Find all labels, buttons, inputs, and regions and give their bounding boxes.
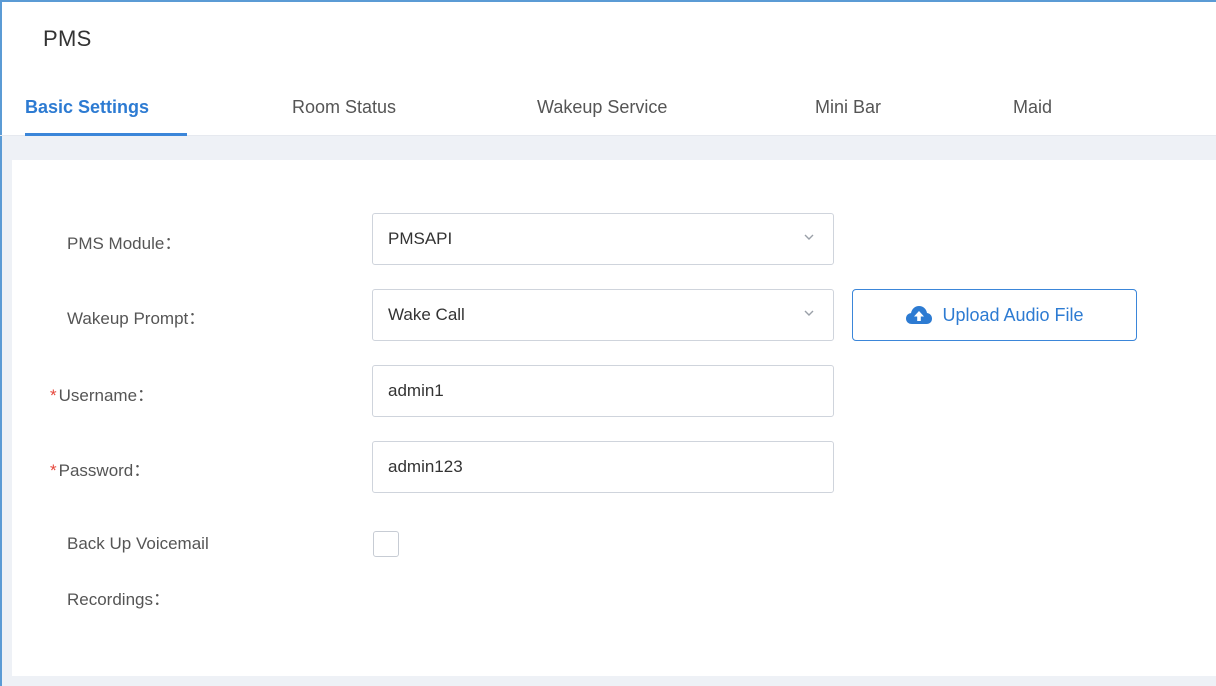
password-label-text: Password： [58, 461, 151, 480]
password-value: admin123 [388, 457, 463, 476]
backup-voicemail-label-line2: Recordings： [67, 590, 170, 609]
tab-bar: Basic Settings Room Status Wakeup Servic… [0, 80, 1216, 136]
tab-room-status[interactable]: Room Status [292, 97, 396, 118]
upload-audio-file-label: Upload Audio File [942, 304, 1084, 325]
wakeup-prompt-select[interactable]: Wake Call [372, 289, 834, 341]
username-field[interactable]: admin1 [372, 365, 834, 417]
tab-basic-settings[interactable]: Basic Settings [25, 97, 149, 118]
pms-module-value: PMSAPI [388, 229, 453, 248]
upload-audio-file-button[interactable]: Upload Audio File [852, 289, 1137, 341]
backup-voicemail-checkbox[interactable] [373, 531, 399, 557]
chevron-down-icon [804, 234, 814, 240]
tab-wakeup-service[interactable]: Wakeup Service [537, 97, 667, 118]
chevron-down-icon [804, 310, 814, 316]
required-marker: * [50, 386, 57, 405]
username-value: admin1 [388, 381, 444, 400]
required-marker: * [50, 461, 57, 480]
tab-mini-bar[interactable]: Mini Bar [815, 97, 881, 118]
wakeup-prompt-value: Wake Call [388, 305, 465, 324]
pms-module-select[interactable]: PMSAPI [372, 213, 834, 265]
wakeup-prompt-label: Wakeup Prompt： [67, 309, 206, 328]
password-field[interactable]: admin123 [372, 441, 834, 493]
backup-voicemail-label-line1: Back Up Voicemail [67, 534, 209, 553]
tab-maid[interactable]: Maid [1013, 97, 1052, 118]
password-label: * Password： [50, 456, 150, 481]
cloud-upload-icon [906, 306, 933, 324]
pms-module-label: PMS Module： [67, 234, 182, 253]
username-label-text: Username： [58, 386, 155, 405]
username-label: * Username： [50, 381, 154, 406]
page-title: PMS [43, 26, 92, 51]
